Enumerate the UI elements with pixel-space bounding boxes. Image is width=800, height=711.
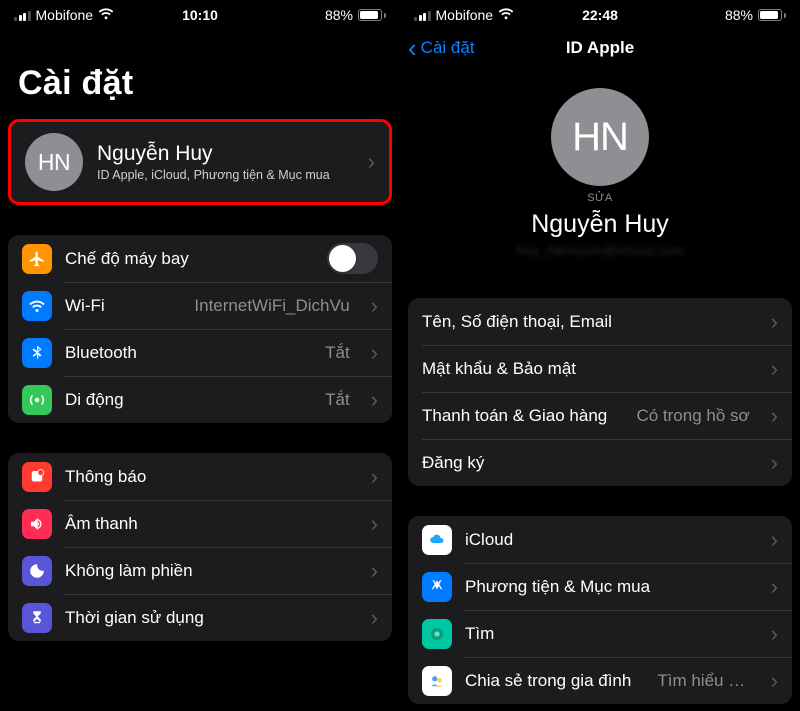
media-purchases-row[interactable]: Phương tiện & Mục mua › [408, 563, 792, 610]
avatar[interactable]: HN SỬA [551, 88, 649, 186]
profile-subtitle: ID Apple, iCloud, Phương tiện & Mục mua [97, 168, 330, 182]
cellular-icon [22, 385, 52, 415]
chevron-right-icon: › [371, 389, 378, 411]
chevron-right-icon: › [368, 151, 375, 173]
cellular-row[interactable]: Di động Tắt › [8, 376, 392, 423]
profile-header: HN SỬA Nguyễn Huy huy_nikhuyuh@icloud.co… [400, 70, 800, 278]
status-bar: Mobifone 10:10 88% [0, 0, 400, 26]
bluetooth-icon [22, 338, 52, 368]
apple-id-row[interactable]: HN Nguyễn Huy ID Apple, iCloud, Phương t… [8, 119, 392, 205]
signal-icon [14, 10, 31, 21]
icloud-row[interactable]: iCloud › [408, 516, 792, 563]
airplane-switch[interactable] [327, 243, 378, 274]
carrier-label: Mobifone [436, 7, 494, 23]
chevron-right-icon: › [371, 607, 378, 629]
name-phone-email-row[interactable]: Tên, Số điện thoại, Email › [408, 298, 792, 345]
family-icon [422, 666, 452, 696]
subscriptions-row[interactable]: Đăng ký › [408, 439, 792, 486]
preferences-group: Thông báo › Âm thanh › Không làm phiền ›… [8, 453, 392, 641]
services-group: iCloud › Phương tiện & Mục mua › Tìm › C… [408, 516, 792, 704]
sounds-label: Âm thanh [65, 514, 138, 534]
sounds-icon [22, 509, 52, 539]
find-my-row[interactable]: Tìm › [408, 610, 792, 657]
chevron-right-icon: › [771, 576, 778, 598]
family-sharing-row[interactable]: Chia sẻ trong gia đình Tìm hiểu th... › [408, 657, 792, 704]
dnd-label: Không làm phiền [65, 561, 193, 581]
battery-percent: 88% [325, 7, 353, 23]
profile-name: Nguyễn Huy [531, 210, 669, 239]
chevron-right-icon: › [371, 560, 378, 582]
appstore-icon [422, 572, 452, 602]
page-title: Cài đặt [0, 26, 400, 119]
back-label: Cài đặt [421, 38, 475, 58]
connectivity-group: Chế độ máy bay Wi-Fi InternetWiFi_DichVu… [8, 235, 392, 423]
profile-email: huy_nikhuyuh@icloud.com [516, 242, 684, 258]
payment-shipping-row[interactable]: Thanh toán & Giao hàng Có trong hồ sơ › [408, 392, 792, 439]
chevron-right-icon: › [771, 452, 778, 474]
hourglass-icon [22, 603, 52, 633]
battery-percent: 88% [725, 7, 753, 23]
chevron-right-icon: › [371, 513, 378, 535]
chevron-right-icon: › [771, 623, 778, 645]
icloud-icon [422, 525, 452, 555]
chevron-right-icon: › [771, 358, 778, 380]
back-button[interactable]: ‹ Cài đặt [408, 26, 475, 70]
sounds-row[interactable]: Âm thanh › [8, 500, 392, 547]
apple-id-screen: Mobifone 22:48 88% ‹ Cài đặt ID Apple HN… [400, 0, 800, 711]
avatar: HN [25, 133, 83, 191]
chevron-right-icon: › [771, 311, 778, 333]
wifi-icon [498, 7, 514, 23]
chevron-left-icon: ‹ [408, 35, 417, 61]
notifications-icon [22, 462, 52, 492]
account-group: Tên, Số điện thoại, Email › Mật khẩu & B… [408, 298, 792, 486]
moon-icon [22, 556, 52, 586]
profile-name: Nguyễn Huy [97, 142, 330, 166]
nav-bar: ‹ Cài đặt ID Apple [400, 26, 800, 70]
screentime-row[interactable]: Thời gian sử dụng › [8, 594, 392, 641]
wifi-icon [22, 291, 52, 321]
cellular-label: Di động [65, 390, 124, 410]
chevron-right-icon: › [371, 466, 378, 488]
wifi-label: Wi-Fi [65, 296, 105, 316]
wifi-value: InternetWiFi_DichVu [194, 296, 349, 316]
bluetooth-row[interactable]: Bluetooth Tắt › [8, 329, 392, 376]
airplane-mode-row[interactable]: Chế độ máy bay [8, 235, 392, 282]
chevron-right-icon: › [771, 670, 778, 692]
settings-screen: Mobifone 10:10 88% Cài đặt HN Nguyễn Huy… [0, 0, 400, 711]
wifi-icon [98, 7, 114, 23]
avatar-edit-label[interactable]: SỬA [587, 192, 613, 204]
battery-icon [758, 9, 786, 21]
cellular-value: Tắt [325, 390, 350, 410]
screentime-label: Thời gian sử dụng [65, 608, 204, 628]
chevron-right-icon: › [771, 405, 778, 427]
chevron-right-icon: › [371, 342, 378, 364]
password-security-row[interactable]: Mật khẩu & Bảo mật › [408, 345, 792, 392]
bluetooth-value: Tắt [325, 343, 350, 363]
nav-title: ID Apple [566, 38, 634, 58]
battery-icon [358, 9, 386, 21]
dnd-row[interactable]: Không làm phiền › [8, 547, 392, 594]
carrier-label: Mobifone [36, 7, 94, 23]
findmy-icon [422, 619, 452, 649]
notifications-row[interactable]: Thông báo › [8, 453, 392, 500]
chevron-right-icon: › [771, 529, 778, 551]
bluetooth-label: Bluetooth [65, 343, 137, 363]
airplane-label: Chế độ máy bay [65, 249, 189, 269]
signal-icon [414, 10, 431, 21]
wifi-row[interactable]: Wi-Fi InternetWiFi_DichVu › [8, 282, 392, 329]
chevron-right-icon: › [371, 295, 378, 317]
status-bar: Mobifone 22:48 88% [400, 0, 800, 26]
airplane-icon [22, 244, 52, 274]
notifications-label: Thông báo [65, 467, 146, 487]
